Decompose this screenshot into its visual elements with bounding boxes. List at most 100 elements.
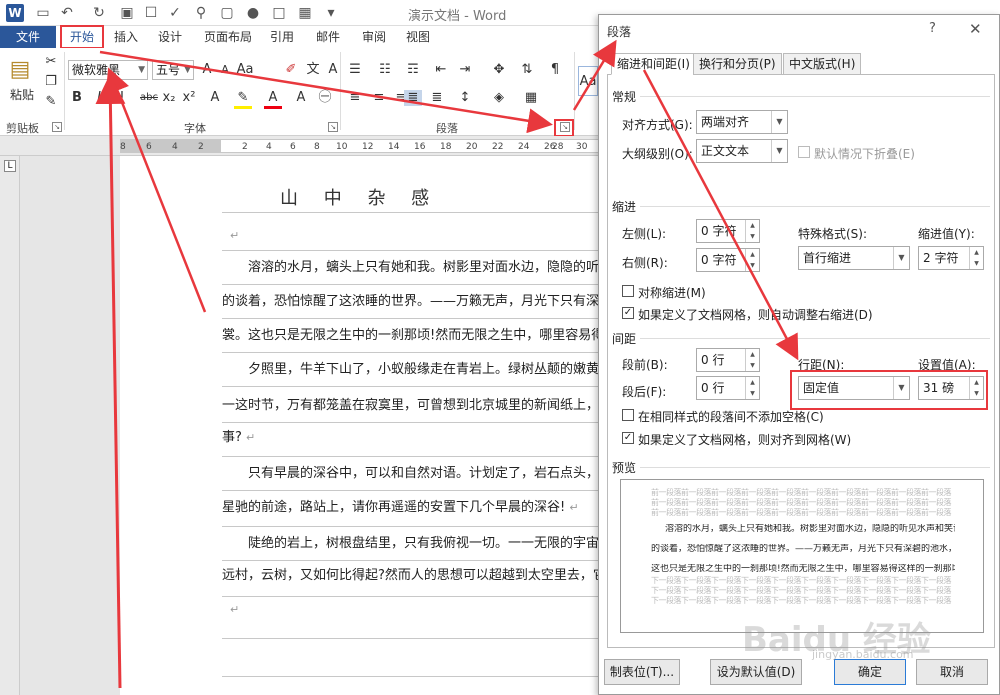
spin-arrows-icon[interactable]: ▲ ▼ xyxy=(969,247,983,269)
grid-line xyxy=(222,638,600,639)
superscript-icon[interactable]: x² xyxy=(180,90,198,106)
tab-mailings[interactable]: 邮件 xyxy=(316,26,340,48)
new-doc-icon[interactable]: ▢ xyxy=(218,4,236,22)
preview-sample-line: 的谈着，恐怕惊醒了这浓睡的世界。——万籁无声，月光下只有深碧的池水，玲珑的衣裳。 xyxy=(651,544,955,554)
multilevel-list-icon[interactable]: ☶ xyxy=(404,62,422,78)
character-shading-icon[interactable]: A xyxy=(292,90,310,106)
underline-icon[interactable]: U xyxy=(110,90,128,106)
align-center-icon[interactable]: ≡ xyxy=(370,90,388,106)
text-direction-icon[interactable]: ✥ xyxy=(490,62,508,78)
tab-view[interactable]: 视图 xyxy=(406,26,430,48)
print-preview-icon[interactable]: ☐ xyxy=(142,4,160,22)
tab-insert[interactable]: 插入 xyxy=(114,26,138,48)
strikethrough-icon[interactable]: abc xyxy=(138,90,160,106)
customize-qat-icon[interactable]: ▾ xyxy=(322,4,340,22)
format-painter-icon[interactable]: ✎ xyxy=(42,94,60,110)
tab-selector[interactable]: L xyxy=(4,160,16,172)
outline-level-select[interactable]: 正文文本 ▼ xyxy=(696,139,788,163)
font-launcher-icon[interactable]: ↘ xyxy=(328,122,338,132)
highlight-icon[interactable]: ✎ xyxy=(234,90,252,109)
cancel-button[interactable]: 取消 xyxy=(916,659,988,685)
show-marks-icon[interactable]: ¶ xyxy=(546,62,564,78)
save-icon[interactable]: ▣ xyxy=(118,4,136,22)
clipboard-launcher-icon[interactable]: ↘ xyxy=(52,122,62,132)
vertical-ruler[interactable]: L xyxy=(0,156,20,695)
phonetic-guide-icon[interactable]: 文 xyxy=(304,62,322,78)
numbering-icon[interactable]: ☷ xyxy=(376,62,394,78)
set-default-button[interactable]: 设为默认值(D) xyxy=(710,659,802,685)
shading-icon[interactable]: ◈ xyxy=(490,90,508,106)
no-space-same-style-checkbox[interactable] xyxy=(622,409,634,421)
undo-icon[interactable]: ↶ xyxy=(58,4,76,22)
tab-review[interactable]: 审阅 xyxy=(362,26,386,48)
tabs-button[interactable]: 制表位(T)... xyxy=(604,659,680,685)
align-left-icon[interactable]: ≡ xyxy=(346,90,364,106)
snap-to-grid-checkbox[interactable]: ✓ xyxy=(622,432,634,444)
subscript-icon[interactable]: x₂ xyxy=(160,90,178,106)
tab-file[interactable]: 文件 xyxy=(0,26,56,48)
collapse-checkbox[interactable] xyxy=(798,146,810,158)
indent-by-spinner[interactable]: 2 字符 ▲ ▼ xyxy=(918,246,984,270)
tab-asian-typography[interactable]: 中文版式(H) xyxy=(783,53,862,75)
line-spacing-icon[interactable]: ↕ xyxy=(456,90,474,106)
document-heading: 山 中 杂 感 xyxy=(280,188,440,209)
font-size-combo[interactable]: 五号 ▼ xyxy=(152,60,194,80)
shrink-font-icon[interactable]: A xyxy=(216,62,234,78)
find-icon[interactable]: ⚲ xyxy=(192,4,210,22)
right-indent-spinner[interactable]: 0 字符 ▲ ▼ xyxy=(696,248,760,272)
horizontal-ruler[interactable]: 8 6 4 2 2 4 6 8 10 12 14 16 18 20 22 24 … xyxy=(0,136,600,156)
mirror-indents-checkbox[interactable] xyxy=(622,285,634,297)
font-color-icon[interactable]: A xyxy=(264,90,282,109)
borders-icon[interactable]: ▦ xyxy=(522,90,540,106)
tab-indents-spacing[interactable]: 缩进和间距(I) xyxy=(611,53,696,75)
copy-icon[interactable]: ❐ xyxy=(42,74,60,90)
alignment-select[interactable]: 两端对齐 ▼ xyxy=(696,110,788,134)
grow-font-icon[interactable]: A xyxy=(198,62,216,78)
tab-page-layout[interactable]: 页面布局 xyxy=(204,26,252,48)
spin-arrows-icon[interactable]: ▲ ▼ xyxy=(745,349,759,371)
preview-gray-line: 下一段落下一段落下一段落下一段落下一段落下一段落下一段落下一段落下一段落下一段落 xyxy=(651,596,952,605)
bold-icon[interactable]: B xyxy=(68,90,86,106)
font-name-combo[interactable]: 微软雅黑 ▼ xyxy=(68,60,148,80)
text-effects-icon[interactable]: A xyxy=(206,90,224,106)
decrease-indent-icon[interactable]: ⇤ xyxy=(432,62,450,78)
enclose-characters-icon[interactable]: ㊀ xyxy=(316,90,334,106)
justify-icon[interactable]: ≣ xyxy=(404,90,422,106)
no-space-same-style-label: 在相同样式的段落间不添加空格(C) xyxy=(638,410,824,424)
special-indent-select[interactable]: 首行缩进 ▼ xyxy=(798,246,910,270)
close-icon[interactable]: ✕ xyxy=(969,20,982,38)
paste-button[interactable]: 粘贴 xyxy=(10,86,34,103)
shape-icon[interactable]: ● xyxy=(244,4,262,22)
increase-indent-icon[interactable]: ⇥ xyxy=(456,62,474,78)
auto-adjust-checkbox[interactable]: ✓ xyxy=(622,307,634,319)
space-before-spinner[interactable]: 0 行 ▲ ▼ xyxy=(696,348,760,372)
table-icon[interactable]: ▦ xyxy=(296,4,314,22)
change-case-icon[interactable]: Aa xyxy=(236,62,254,78)
open-icon[interactable]: ▭ xyxy=(34,4,52,22)
space-after-spinner[interactable]: 0 行 ▲ ▼ xyxy=(696,376,760,400)
rectangle-icon[interactable]: □ xyxy=(270,4,288,22)
sort-icon[interactable]: ⇅ xyxy=(518,62,536,78)
left-indent-spinner[interactable]: 0 字符 ▲ ▼ xyxy=(696,219,760,243)
spin-arrows-icon[interactable]: ▲ ▼ xyxy=(745,249,759,271)
cut-icon[interactable]: ✂ xyxy=(42,54,60,70)
help-icon[interactable]: ? xyxy=(929,21,936,36)
ruler-tick: 14 xyxy=(388,142,400,152)
spin-arrows-icon[interactable]: ▲ ▼ xyxy=(745,377,759,399)
ok-button[interactable]: 确定 xyxy=(834,659,906,685)
style-gallery-item[interactable]: Aa xyxy=(578,66,598,96)
grid-line xyxy=(222,284,600,285)
redo-icon[interactable]: ↻ xyxy=(90,4,108,22)
clear-formatting-icon[interactable]: ✐ xyxy=(282,62,300,78)
distributed-icon[interactable]: ≣ xyxy=(428,90,446,106)
paste-icon[interactable]: ▤ xyxy=(8,56,32,84)
tab-home[interactable]: 开始 xyxy=(60,25,104,49)
tab-line-page-breaks[interactable]: 换行和分页(P) xyxy=(693,53,782,75)
spin-arrows-icon[interactable]: ▲ ▼ xyxy=(745,220,759,242)
grid-line xyxy=(222,212,600,213)
tab-references[interactable]: 引用 xyxy=(270,26,294,48)
bullets-icon[interactable]: ☰ xyxy=(346,62,364,78)
spelling-icon[interactable]: ✓ xyxy=(166,4,184,22)
tab-design[interactable]: 设计 xyxy=(158,26,182,48)
italic-icon[interactable]: I xyxy=(90,90,108,106)
